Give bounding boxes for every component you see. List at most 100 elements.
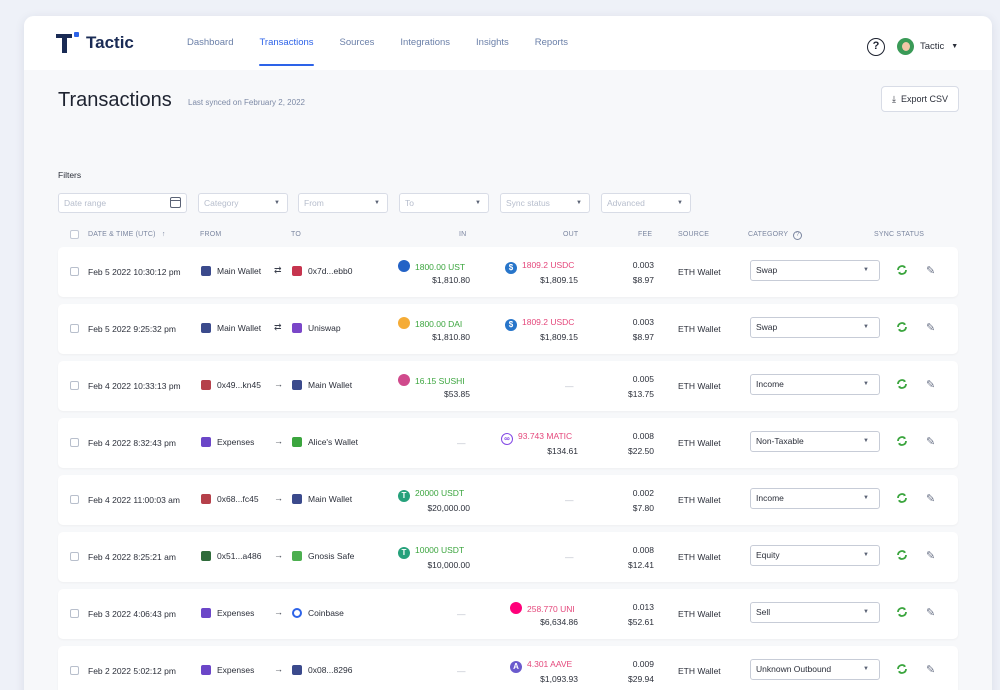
row-to[interactable]: Gnosis Safe <box>292 551 354 561</box>
export-csv-button[interactable]: ⤓ Export CSV <box>881 86 959 112</box>
col-date[interactable]: DATE & TIME (UTC) ↑ <box>88 231 166 238</box>
row-to[interactable]: Uniswap <box>292 323 341 333</box>
row-from[interactable]: Expenses <box>201 608 254 618</box>
row-to-label: Main Wallet <box>308 380 353 390</box>
nav-dashboard[interactable]: Dashboard <box>174 16 246 70</box>
nav-transactions[interactable]: Transactions <box>246 16 326 70</box>
category-select[interactable]: Income ▼ <box>750 488 880 509</box>
wallet-icon <box>292 380 302 390</box>
matic-token-icon: ∞ <box>501 433 513 445</box>
sync-icon[interactable] <box>895 377 909 391</box>
user-menu[interactable]: Tactic ▼ <box>897 38 958 55</box>
row-checkbox[interactable] <box>70 267 79 276</box>
row-to[interactable]: Main Wallet <box>292 494 352 504</box>
category-filter[interactable]: Category ▼ <box>198 193 288 213</box>
category-select[interactable]: Income ▼ <box>750 374 880 395</box>
edit-icon[interactable]: ✎ <box>926 378 935 391</box>
edit-icon[interactable]: ✎ <box>926 606 935 619</box>
last-synced-text: Last synced on February 2, 2022 <box>188 98 305 107</box>
row-out-amount-label: 1809.2 USDC <box>522 317 575 327</box>
row-in-usd: $53.85 <box>444 389 470 399</box>
edit-icon[interactable]: ✎ <box>926 663 935 676</box>
col-sync-status: SYNC STATUS <box>874 231 925 238</box>
chevron-down-icon: ▼ <box>951 43 959 50</box>
row-from[interactable]: Expenses <box>201 437 254 447</box>
ust-token-icon <box>398 260 410 272</box>
category-select[interactable]: Swap ▼ <box>750 260 880 281</box>
edit-icon[interactable]: ✎ <box>926 492 935 505</box>
sync-status-filter[interactable]: Sync status ▼ <box>500 193 590 213</box>
chevron-down-icon: ▼ <box>677 200 683 206</box>
nav-integrations[interactable]: Integrations <box>387 16 463 70</box>
date-range-input[interactable]: Date range <box>58 193 187 213</box>
nav-reports[interactable]: Reports <box>522 16 581 70</box>
row-from[interactable]: 0x68...fc45 <box>201 494 259 504</box>
brand-logo[interactable]: Tactic <box>56 32 134 54</box>
col-source: SOURCE <box>678 231 710 238</box>
sync-icon[interactable] <box>895 263 909 277</box>
help-icon[interactable]: ? <box>867 38 885 56</box>
row-from[interactable]: Expenses <box>201 665 254 675</box>
row-to[interactable]: Alice's Wallet <box>292 437 358 447</box>
row-from[interactable]: 0x51...a486 <box>201 551 261 561</box>
row-to[interactable]: Coinbase <box>292 608 344 618</box>
nav-insights[interactable]: Insights <box>463 16 522 70</box>
category-value: Unknown Outbound <box>756 664 832 674</box>
table-row[interactable]: Feb 4 2022 10:33:13 pm 0x49...kn45 → Mai… <box>58 361 958 411</box>
row-fee-usd: $22.50 <box>628 446 654 456</box>
edit-icon[interactable]: ✎ <box>926 321 935 334</box>
advanced-filter[interactable]: Advanced ▼ <box>601 193 691 213</box>
nav-sources[interactable]: Sources <box>327 16 388 70</box>
category-select[interactable]: Sell ▼ <box>750 602 880 623</box>
sync-icon[interactable] <box>895 434 909 448</box>
row-in-amount-label: 1800.00 DAI <box>415 319 463 329</box>
usdc-token-icon: $ <box>505 262 517 274</box>
row-from[interactable]: Main Wallet <box>201 323 261 333</box>
row-in-usd: $10,000.00 <box>427 560 470 570</box>
edit-icon[interactable]: ✎ <box>926 264 935 277</box>
table-row[interactable]: Feb 2 2022 5:02:12 pm Expenses → 0x08...… <box>58 646 958 690</box>
table-row[interactable]: Feb 4 2022 8:32:43 pm Expenses → Alice's… <box>58 418 958 468</box>
row-checkbox[interactable] <box>70 324 79 333</box>
row-to[interactable]: 0x08...8296 <box>292 665 352 675</box>
row-in-amount: 16.15 SUSHI <box>398 374 465 386</box>
category-select[interactable]: Non-Taxable ▼ <box>750 431 880 452</box>
edit-icon[interactable]: ✎ <box>926 435 935 448</box>
row-checkbox[interactable] <box>70 666 79 675</box>
sync-icon[interactable] <box>895 662 909 676</box>
row-source: ETH Wallet <box>678 552 721 562</box>
row-in-empty: — <box>457 666 466 676</box>
row-to[interactable]: Main Wallet <box>292 380 352 390</box>
row-checkbox[interactable] <box>70 381 79 390</box>
sync-icon[interactable] <box>895 548 909 562</box>
table-row[interactable]: Feb 5 2022 9:25:32 pm Main Wallet ⇄ Unis… <box>58 304 958 354</box>
edit-icon[interactable]: ✎ <box>926 549 935 562</box>
row-from-label: Main Wallet <box>217 323 262 333</box>
to-filter[interactable]: To ▼ <box>399 193 489 213</box>
info-icon[interactable]: ? <box>793 231 803 240</box>
from-filter[interactable]: From ▼ <box>298 193 388 213</box>
table-row[interactable]: Feb 3 2022 4:06:43 pm Expenses → Coinbas… <box>58 589 958 639</box>
select-all-checkbox[interactable] <box>70 230 79 239</box>
sync-icon[interactable] <box>895 320 909 334</box>
table-row[interactable]: Feb 5 2022 10:30:12 pm Main Wallet ⇄ 0x7… <box>58 247 958 297</box>
category-select[interactable]: Swap ▼ <box>750 317 880 338</box>
sync-icon[interactable] <box>895 605 909 619</box>
sync-icon[interactable] <box>895 491 909 505</box>
row-source: ETH Wallet <box>678 609 721 619</box>
row-source: ETH Wallet <box>678 495 721 505</box>
category-select[interactable]: Equity ▼ <box>750 545 880 566</box>
row-to[interactable]: 0x7d...ebb0 <box>292 266 352 276</box>
aave-token-icon: A <box>510 661 522 673</box>
row-checkbox[interactable] <box>70 438 79 447</box>
row-checkbox[interactable] <box>70 609 79 618</box>
category-select[interactable]: Unknown Outbound ▼ <box>750 659 880 680</box>
row-checkbox[interactable] <box>70 495 79 504</box>
table-row[interactable]: Feb 4 2022 11:00:03 am 0x68...fc45 → Mai… <box>58 475 958 525</box>
row-in-amount: 1800.00 UST <box>398 260 465 272</box>
table-row[interactable]: Feb 4 2022 8:25:21 am 0x51...a486 → Gnos… <box>58 532 958 582</box>
row-checkbox[interactable] <box>70 552 79 561</box>
row-from[interactable]: Main Wallet <box>201 266 261 276</box>
row-from[interactable]: 0x49...kn45 <box>201 380 261 390</box>
row-out-usd: $134.61 <box>547 446 578 456</box>
